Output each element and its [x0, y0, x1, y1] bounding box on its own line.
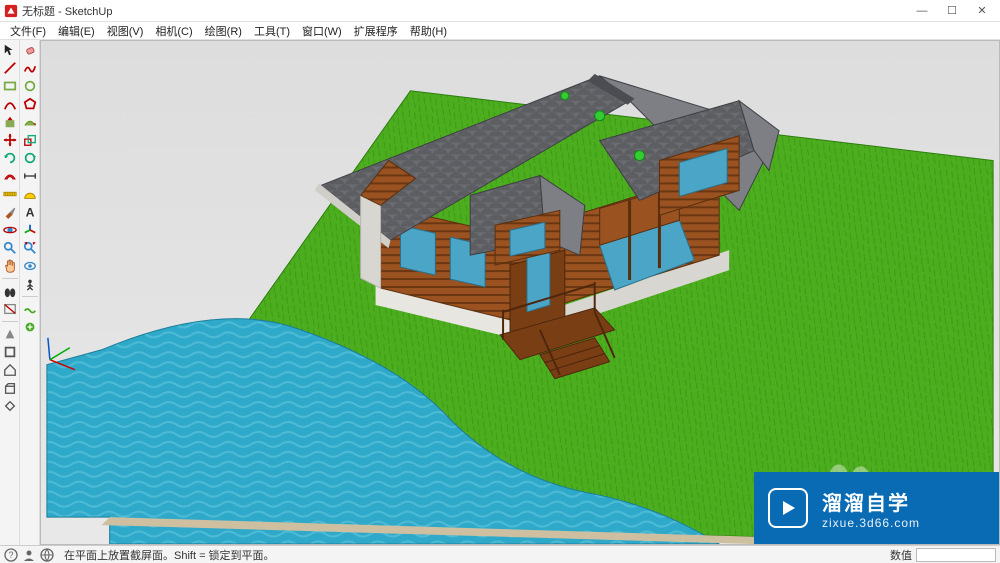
menubar: 文件(F) 编辑(E) 视图(V) 相机(C) 绘图(R) 工具(T) 窗口(W…	[0, 22, 1000, 40]
arc-tool-icon[interactable]	[2, 96, 18, 112]
scale-tool-icon[interactable]	[22, 132, 38, 148]
watermark-banner: 溜溜自学 zixue.3d66.com	[754, 472, 999, 544]
statusbar: ? 在平面上放置截屏面。Shift = 锁定到平面。 数值	[0, 545, 1000, 563]
axes-tool-icon[interactable]	[22, 222, 38, 238]
eraser-tool-icon[interactable]	[22, 42, 38, 58]
menu-help[interactable]: 帮助(H)	[404, 23, 453, 39]
rotate-2-tool-icon[interactable]	[22, 150, 38, 166]
watermark-title: 溜溜自学	[822, 487, 920, 516]
status-help-icon[interactable]: ?	[4, 548, 18, 562]
menu-draw[interactable]: 绘图(R)	[199, 23, 248, 39]
extension-3-icon[interactable]	[2, 362, 18, 378]
watermark-url: zixue.3d66.com	[822, 516, 920, 530]
sandbox-1-icon[interactable]	[22, 301, 38, 317]
orbit-tool-icon[interactable]	[2, 222, 18, 238]
walk-tool-icon[interactable]	[2, 283, 18, 299]
follow-me-tool-icon[interactable]	[22, 114, 38, 130]
maximize-button[interactable]: ☐	[938, 2, 966, 20]
zoom-tool-icon[interactable]	[2, 240, 18, 256]
toolbar-column-1	[0, 40, 20, 545]
menu-file[interactable]: 文件(F)	[4, 23, 52, 39]
scene-3d	[41, 41, 999, 544]
rotate-tool-icon[interactable]	[2, 150, 18, 166]
toolbar-column-2: A	[20, 40, 40, 545]
paint-tool-icon[interactable]	[2, 204, 18, 220]
zoom-extents-tool-icon[interactable]	[22, 240, 38, 256]
toolbar-separator	[22, 296, 38, 297]
menu-edit[interactable]: 编辑(E)	[52, 23, 101, 39]
viewport[interactable]: 溜溜自学 zixue.3d66.com	[40, 40, 1000, 545]
pan-tool-icon[interactable]	[2, 258, 18, 274]
polygon-tool-icon[interactable]	[22, 96, 38, 112]
move-tool-icon[interactable]	[2, 132, 18, 148]
extension-1-icon[interactable]	[2, 326, 18, 342]
text-tool-icon[interactable]: A	[22, 204, 38, 220]
menu-view[interactable]: 视图(V)	[101, 23, 150, 39]
rectangle-tool-icon[interactable]	[2, 78, 18, 94]
main-area: A	[0, 40, 1000, 545]
value-input[interactable]	[916, 548, 996, 562]
position-camera-tool-icon[interactable]	[22, 276, 38, 292]
window-title: 无标题 - SketchUp	[22, 3, 112, 19]
play-icon	[768, 488, 808, 528]
section-tool-icon[interactable]	[2, 301, 18, 317]
extension-5-icon[interactable]	[2, 398, 18, 414]
line-tool-icon[interactable]	[2, 60, 18, 76]
menu-tools[interactable]: 工具(T)	[248, 23, 296, 39]
minimize-button[interactable]: —	[908, 2, 936, 20]
titlebar: 无标题 - SketchUp — ☐ ✕	[0, 0, 1000, 22]
svg-text:?: ?	[9, 550, 14, 560]
menu-extensions[interactable]: 扩展程序	[348, 23, 404, 39]
sandbox-2-icon[interactable]	[22, 319, 38, 335]
tape-tool-icon[interactable]	[2, 186, 18, 202]
toolbar-separator	[2, 278, 18, 279]
extension-2-icon[interactable]	[2, 344, 18, 360]
protractor-tool-icon[interactable]	[22, 186, 38, 202]
select-tool-icon[interactable]	[2, 42, 18, 58]
sketchup-icon	[4, 4, 18, 18]
status-person-icon[interactable]	[22, 548, 36, 562]
freehand-tool-icon[interactable]	[22, 60, 38, 76]
offset-tool-icon[interactable]	[2, 168, 18, 184]
status-message: 在平面上放置截屏面。Shift = 锁定到平面。	[64, 547, 275, 563]
svg-text:A: A	[25, 205, 34, 219]
menu-window[interactable]: 窗口(W)	[296, 23, 348, 39]
status-geo-icon[interactable]	[40, 548, 54, 562]
look-tool-icon[interactable]	[22, 258, 38, 274]
menu-camera[interactable]: 相机(C)	[149, 23, 198, 39]
close-button[interactable]: ✕	[968, 2, 996, 20]
toolbar-separator	[2, 321, 18, 322]
push-pull-tool-icon[interactable]	[2, 114, 18, 130]
dimension-tool-icon[interactable]	[22, 168, 38, 184]
circle-tool-icon[interactable]	[22, 78, 38, 94]
extension-4-icon[interactable]	[2, 380, 18, 396]
value-label: 数值	[890, 547, 912, 563]
